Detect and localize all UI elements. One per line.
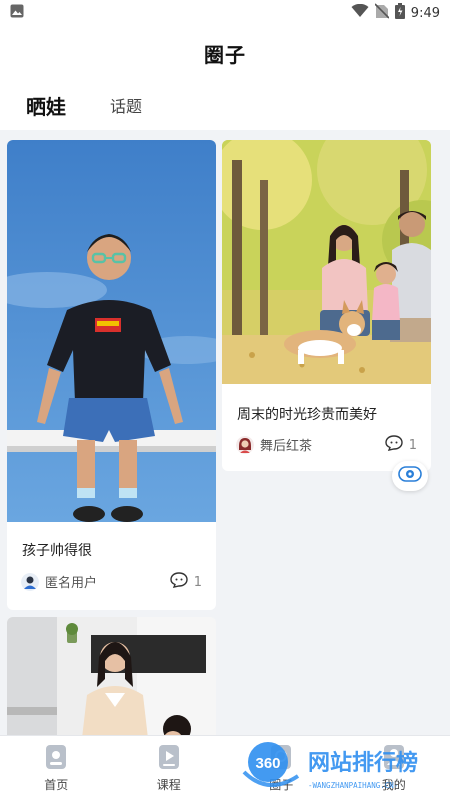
author-name: 匿名用户 <box>45 576 98 591</box>
nav-home[interactable]: 首页 <box>0 736 113 800</box>
tab-bar: 晒娃 话题 <box>0 80 450 130</box>
course-play-icon <box>158 744 180 770</box>
nav-label: 首页 <box>44 778 69 792</box>
avatar <box>236 435 254 454</box>
nav-course[interactable]: 课程 <box>113 736 226 800</box>
watermark-subtext: -WANGZHANPAIHANG.CN- <box>308 781 398 790</box>
author-name: 舞后红茶 <box>260 439 313 454</box>
battery-icon <box>394 3 405 23</box>
status-bar: 9:49 <box>0 0 450 26</box>
comment-count-value: 1 <box>193 574 202 590</box>
post-image[interactable] <box>7 617 216 735</box>
post-image[interactable] <box>7 140 216 522</box>
post-camera-button[interactable] <box>392 461 428 491</box>
header: 圈子 <box>0 26 450 80</box>
comment-count[interactable]: 1 <box>385 435 417 455</box>
watermark-badge: 360 <box>255 755 280 772</box>
watermark-text: 网站排行榜 <box>308 750 418 776</box>
page-title: 圈子 <box>204 42 246 67</box>
wifi-icon <box>351 3 369 22</box>
home-icon <box>45 744 67 770</box>
tab-topics[interactable]: 话题 <box>110 93 142 117</box>
post-card[interactable]: 孩子帅得很 匿名用户 1 <box>7 140 216 610</box>
nav-label: 课程 <box>156 778 181 792</box>
gallery-notification-icon <box>10 4 24 22</box>
status-time: 9:49 <box>410 5 440 21</box>
post-image[interactable] <box>222 140 431 384</box>
post-card[interactable] <box>7 617 216 735</box>
camera-icon <box>398 465 422 487</box>
post-card[interactable]: 周末的时光珍贵而美好 舞后红茶 1 <box>222 140 431 471</box>
post-title[interactable]: 孩子帅得很 <box>22 540 92 560</box>
comment-icon <box>385 435 403 455</box>
comment-icon <box>170 572 188 592</box>
no-sim-icon <box>374 3 390 23</box>
post-author[interactable]: 匿名用户 <box>21 572 97 591</box>
post-title[interactable]: 周末的时光珍贵而美好 <box>237 404 377 424</box>
comment-count[interactable]: 1 <box>170 572 202 592</box>
post-author[interactable]: 舞后红茶 <box>236 435 312 454</box>
comment-count-value: 1 <box>408 437 417 453</box>
tab-show-baby[interactable]: 晒娃 <box>26 91 66 120</box>
avatar <box>21 572 39 591</box>
post-feed[interactable]: 孩子帅得很 匿名用户 1 周末的时光珍贵而美好 舞后红茶 1 <box>0 130 450 735</box>
site-watermark: 360 网站排行榜 -WANGZHANPAIHANG.CN- <box>238 738 448 798</box>
